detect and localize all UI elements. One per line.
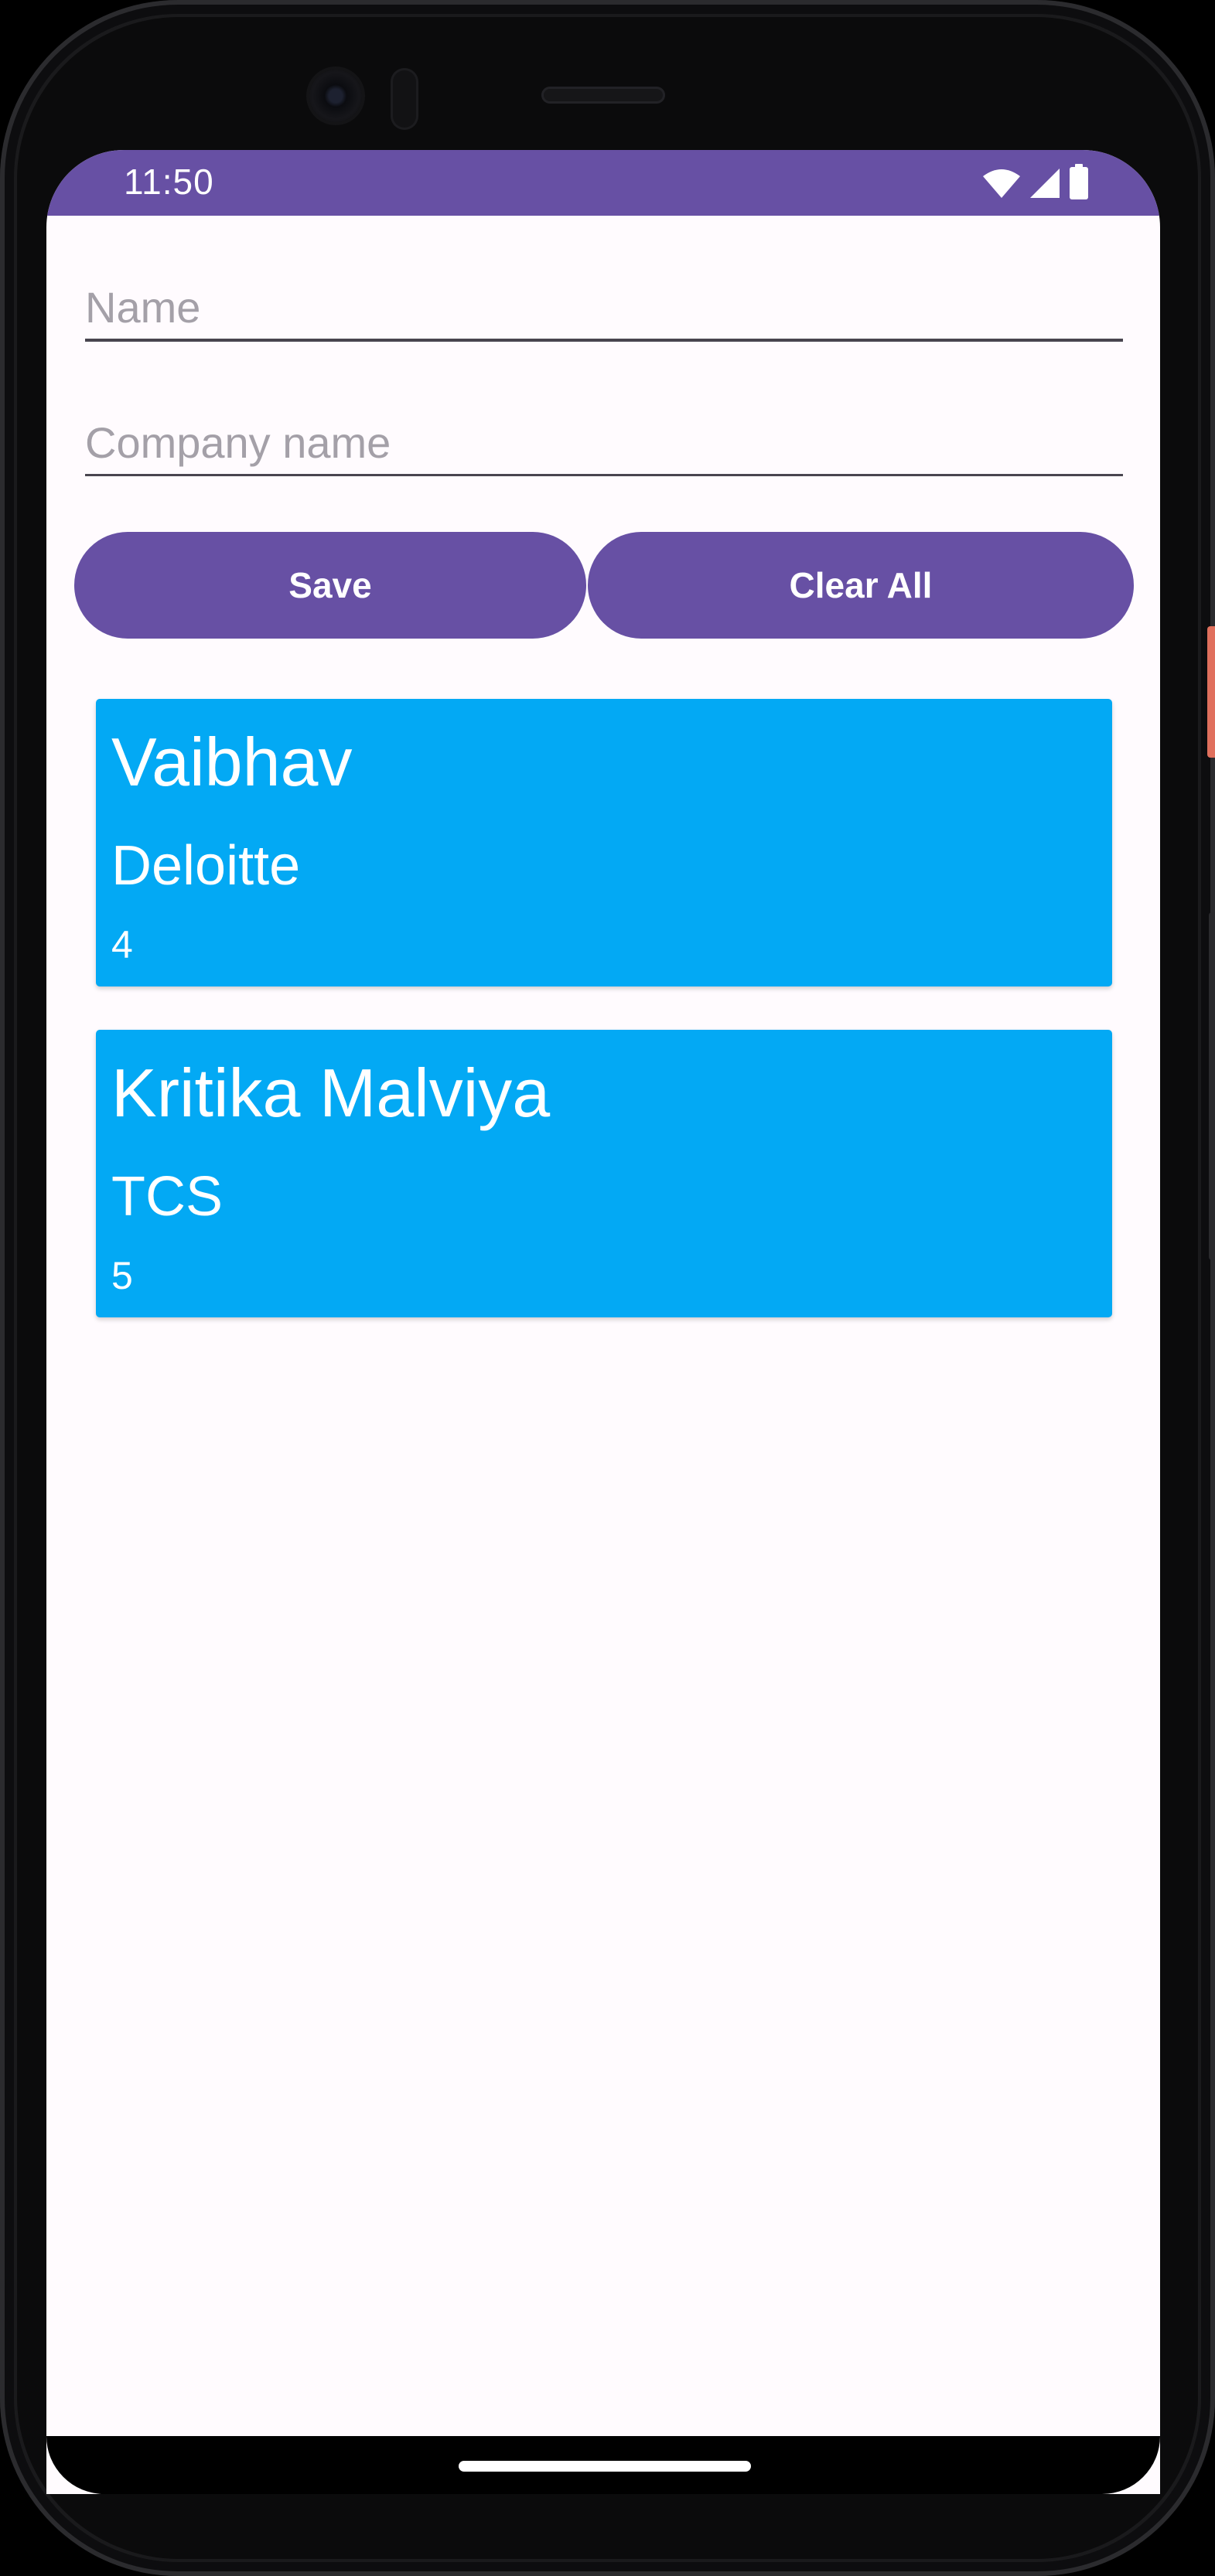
volume-button	[1209, 912, 1215, 1260]
front-camera	[309, 70, 362, 122]
name-input[interactable]	[85, 275, 1123, 339]
name-field[interactable]	[85, 275, 1123, 342]
proximity-sensor	[391, 68, 418, 130]
status-bar: 11:50	[46, 150, 1160, 216]
record-name: Kritika Malviya	[111, 1055, 551, 1131]
record-card[interactable]: Vaibhav Deloitte 4	[96, 699, 1112, 986]
record-name: Vaibhav	[111, 724, 353, 800]
home-indicator[interactable]	[459, 2461, 751, 2472]
record-company: TCS	[111, 1166, 223, 1228]
status-time: 11:50	[124, 162, 214, 202]
clear-all-button[interactable]: Clear All	[588, 532, 1134, 639]
status-icons	[982, 164, 1089, 199]
earpiece-speaker	[541, 87, 665, 104]
record-id: 5	[111, 1254, 133, 1297]
battery-icon	[1069, 164, 1089, 199]
company-name-input[interactable]	[85, 411, 1123, 474]
save-button[interactable]: Save	[74, 532, 586, 639]
record-id: 4	[111, 923, 133, 966]
record-card[interactable]: Kritika Malviya TCS 5	[96, 1030, 1112, 1317]
power-button	[1207, 626, 1215, 758]
company-name-field[interactable]	[85, 411, 1123, 476]
wifi-icon	[982, 169, 1021, 199]
app-screen: 11:50 Name Company name Save Clear All V…	[46, 150, 1160, 2494]
phone-frame: 11:50 Name Company name Save Clear All V…	[0, 0, 1215, 2576]
signal-icon	[1029, 167, 1061, 199]
record-company: Deloitte	[111, 835, 301, 897]
